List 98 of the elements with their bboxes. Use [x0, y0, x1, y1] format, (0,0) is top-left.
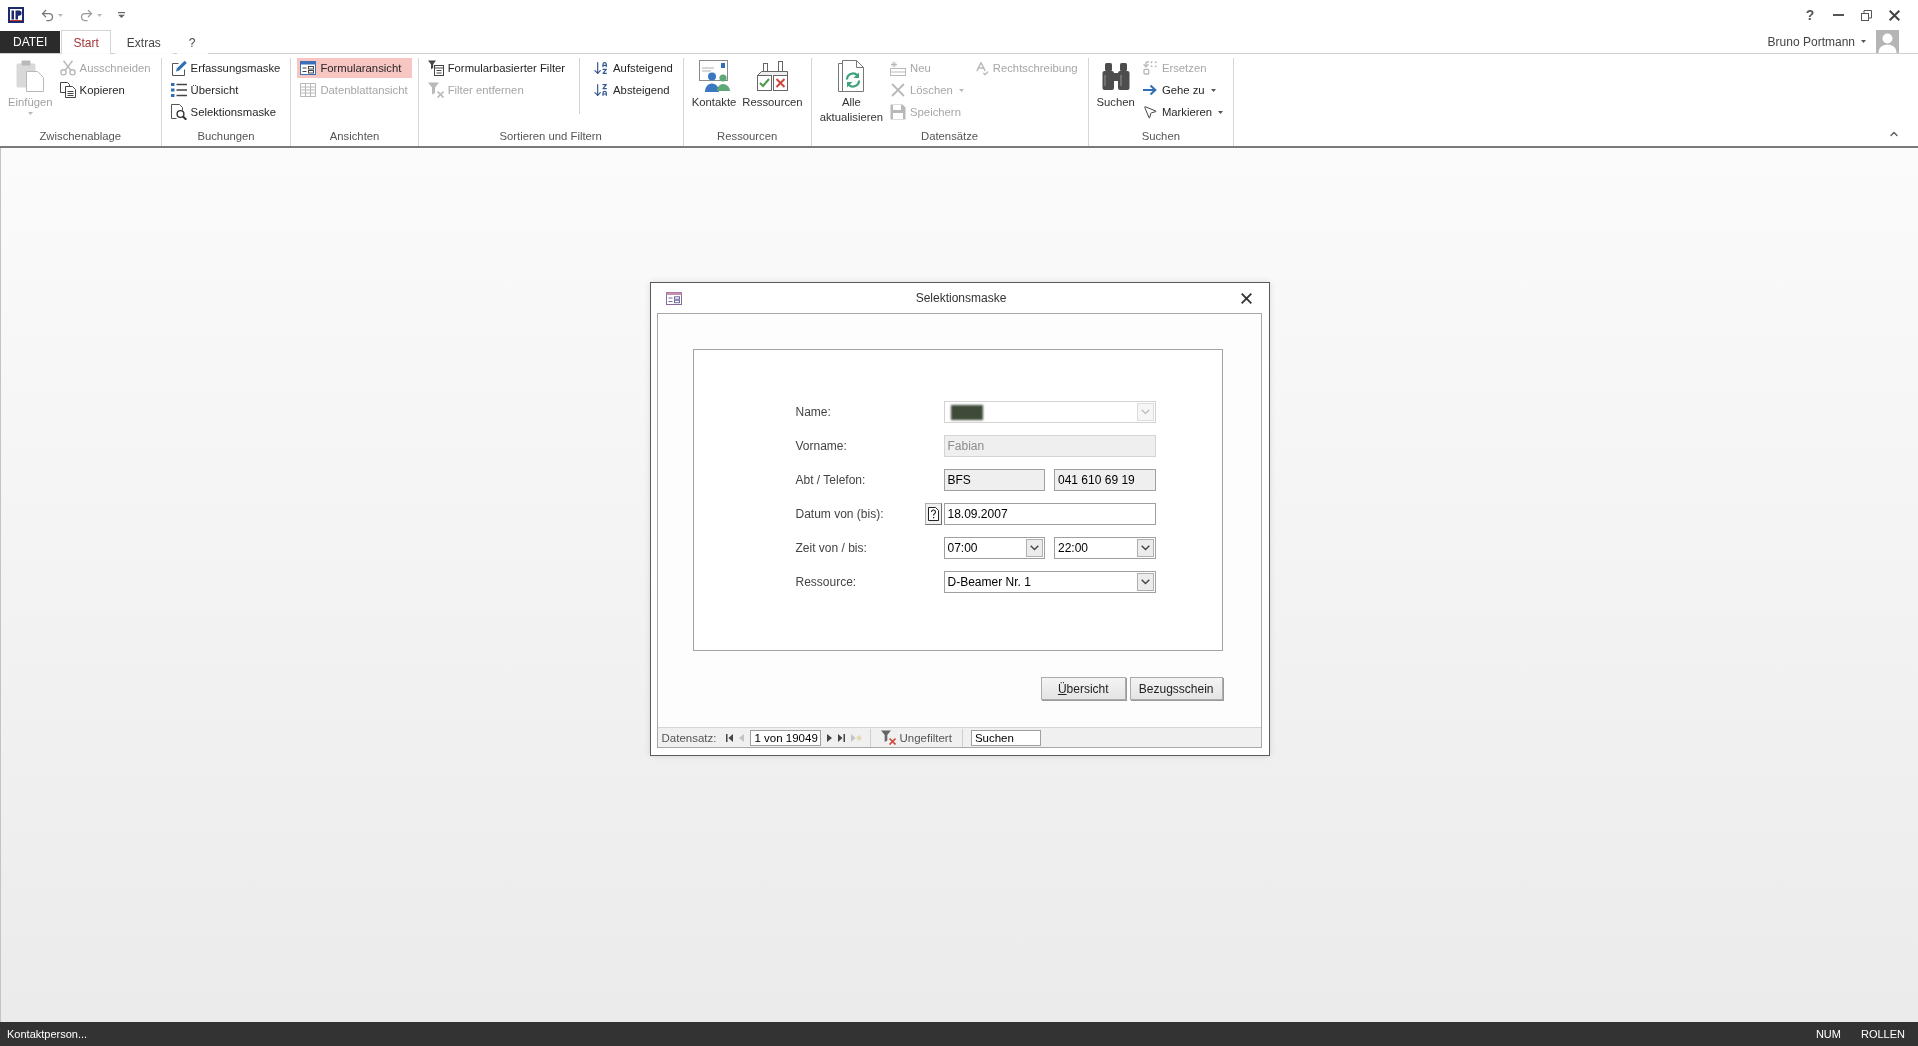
ribbon-button[interactable]: Gehe zu [1138, 80, 1228, 100]
pencil-icon [170, 60, 187, 76]
field-label: Zeit von / bis: [795, 540, 868, 557]
blurred-text-block [950, 404, 983, 420]
group-label: Ansichten [328, 129, 381, 144]
group-label: Datensätze [920, 129, 980, 144]
ribbon-large-button[interactable]: Suchen [1094, 58, 1137, 112]
dropdown-button[interactable] [1136, 573, 1154, 591]
first-record-icon[interactable] [726, 733, 734, 742]
status-indicator: NUM [1815, 1028, 1841, 1040]
ribbon-button[interactable]: Absteigend [590, 80, 677, 100]
check-cross-boxes-icon [757, 61, 788, 91]
filter-form-icon [427, 60, 444, 76]
field-label: Ressource: [795, 574, 858, 591]
file-tab[interactable]: DATEI [0, 31, 61, 53]
filter-clear-icon [881, 730, 897, 745]
filter-remove-icon [427, 82, 444, 98]
field-label: Datum von (bis): [795, 506, 885, 523]
dropdown-button[interactable] [1026, 539, 1043, 557]
status-text: Kontaktperson... [7, 1028, 88, 1040]
arrow-right-icon [1142, 84, 1157, 96]
next-record-icon[interactable] [827, 733, 833, 742]
form-icon [300, 61, 317, 75]
save-icon [890, 104, 907, 120]
status-indicator: ROLLEN [1860, 1028, 1905, 1040]
caret-icon [97, 13, 102, 17]
restore-icon[interactable] [1860, 9, 1872, 21]
scissors-icon [59, 60, 76, 76]
group-label: Suchen [1140, 129, 1181, 144]
field-label: Name: [795, 404, 832, 421]
numbered-list-icon [170, 82, 187, 98]
date-picker-button[interactable] [924, 503, 942, 525]
cursor-icon [1141, 104, 1158, 120]
document-search-icon [170, 104, 187, 120]
table-icon [300, 83, 317, 97]
copy-icon [59, 82, 76, 98]
ribbon-tab[interactable]: Start [61, 30, 111, 54]
ribbon-button[interactable]: Aufsteigend [590, 58, 677, 78]
ribbon-large-button[interactable]: Ressourcen [740, 58, 805, 112]
combo-box[interactable] [943, 401, 1156, 423]
ribbon-button[interactable]: Kopieren [56, 80, 155, 100]
delete-x-icon [891, 83, 906, 97]
close-icon[interactable] [1240, 292, 1252, 304]
ribbon-button[interactable]: Markieren [1138, 102, 1228, 122]
record-position-field[interactable]: 1 von 19049 [750, 729, 822, 746]
chevron-down-icon [1140, 579, 1150, 585]
field-label: Abt / Telefon: [795, 472, 867, 489]
help-button[interactable]: ? [1796, 0, 1824, 30]
caret-icon [27, 112, 33, 115]
field-label: Vorname: [795, 438, 848, 455]
ribbon-button[interactable]: Formularbasierter Filter [424, 58, 570, 78]
combo-box[interactable]: D-Beamer Nr. 1 [943, 571, 1156, 593]
group-label: Zwischenablage [38, 129, 123, 144]
ribbon-button[interactable]: Formularansicht [297, 58, 412, 78]
caret-icon [1218, 110, 1224, 114]
ribbon-button[interactable]: Selektionsmaske [167, 102, 285, 122]
contact-card-icon [698, 60, 730, 92]
record-label: Datensatz: [661, 731, 717, 744]
refresh-document-icon [838, 60, 865, 92]
filter-toggle-button[interactable]: Ungefiltert [879, 730, 954, 745]
dialog-title: Selektionsmaske [914, 291, 1008, 305]
app-logo-icon [8, 7, 24, 23]
document-icon [927, 507, 939, 521]
caret-icon [958, 88, 964, 92]
text-field[interactable]: 18.09.2007 [943, 503, 1156, 525]
user-name[interactable]: Bruno Portmann [1767, 34, 1855, 49]
group-label: Sortieren und Filtern [498, 129, 603, 144]
search-field[interactable]: Suchen [970, 729, 1041, 746]
minimize-icon[interactable] [1832, 14, 1844, 16]
dialog-button[interactable]: Übersicht [1040, 677, 1126, 700]
undo-icon[interactable] [40, 7, 55, 23]
combo-box[interactable]: 22:00 [1054, 537, 1156, 559]
redo-icon[interactable] [79, 7, 94, 23]
replace-icon [1141, 60, 1158, 76]
close-icon[interactable] [1888, 9, 1900, 21]
customize-icon[interactable] [118, 12, 125, 18]
caret-icon [1861, 40, 1866, 43]
sort-ascending-icon [593, 60, 610, 76]
chevron-down-icon [1140, 409, 1150, 415]
chevron-down-icon [1030, 545, 1039, 551]
last-record-icon[interactable] [838, 733, 846, 742]
combo-box[interactable]: 07:00 [943, 537, 1045, 559]
group-label: Ressourcen [716, 129, 779, 144]
ribbon-button[interactable]: Übersicht [167, 80, 285, 100]
group-label: Buchungen [196, 129, 256, 144]
clipboard-icon [16, 60, 45, 92]
sort-descending-icon [593, 82, 610, 98]
new-record-icon [890, 60, 907, 76]
binoculars-icon [1101, 62, 1130, 90]
ribbon-large-button[interactable]: Alle aktualisieren [817, 58, 886, 127]
caret-icon [58, 13, 63, 17]
form-icon [665, 291, 682, 305]
ribbon-large-button[interactable]: Kontakte [689, 58, 739, 112]
ribbon-button[interactable]: Erfassungsmaske [167, 58, 285, 78]
chevron-down-icon [1140, 545, 1150, 551]
dropdown-button[interactable] [1136, 539, 1154, 557]
dialog-button[interactable]: Bezugsschein [1129, 677, 1223, 700]
caret-icon [1210, 88, 1216, 92]
